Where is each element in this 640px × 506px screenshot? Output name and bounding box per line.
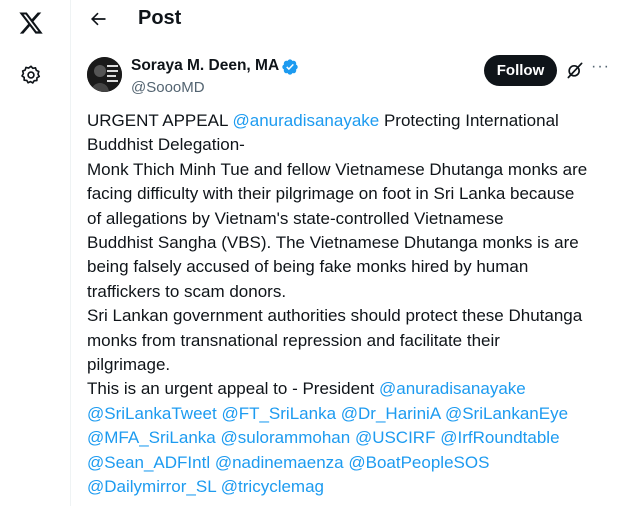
tweet-text-segment: This is an urgent appeal to - President [87,379,379,399]
page-header: Post [71,0,640,40]
tweet-text-segment: Monk Thich Minh Tue and fellow Vietnames… [87,159,588,179]
mention-link[interactable]: @Dailymirror_SL [87,477,216,496]
left-nav-rail [0,0,70,506]
tweet-line: traffickers to scam donors. [87,280,627,304]
tweet-line: Monk Thich Minh Tue and fellow Vietnames… [87,158,627,182]
tweet-line: of allegations by Vietnam's state-contro… [87,207,627,231]
mention-link[interactable]: @Dr_HariniA [341,404,440,423]
more-icon[interactable]: ··· [591,58,610,76]
mention-link[interactable]: @anuradisanayake [379,379,526,398]
mention-link[interactable]: @sulorammohan [221,428,351,447]
mention-link[interactable]: @BoatPeopleSOS [348,453,489,472]
mention-link[interactable]: @USCIRF [355,428,436,447]
mention-link[interactable]: @MFA_SriLanka [87,428,216,447]
mention-link[interactable]: @IrfRoundtable [440,428,559,447]
tweet-line: @Dailymirror_SL @tricyclemag [87,475,627,499]
back-button[interactable] [87,8,109,30]
tweet-line: @Sean_ADFIntl @nadinemaenza @BoatPeopleS… [87,451,627,475]
tweet-text-segment: of allegations by Vietnam's state-contro… [87,208,504,228]
page-title: Post [138,7,182,29]
tweet-line: monks from transnational repression and … [87,329,627,353]
avatar[interactable] [87,57,122,92]
tweet-text-segment: URGENT APPEAL [87,111,233,130]
tweet-text-segment: Buddhist Delegation- [87,135,245,155]
mention-link[interactable]: @SriLankaTweet [87,404,217,423]
tweet-line: Sri Lankan government authorities should… [87,304,627,328]
tweet-text-segment: facing difficulty with their pilgrimage … [87,184,575,204]
follow-button[interactable]: Follow [484,55,557,86]
tweet-line: Buddhist Delegation- [87,133,627,157]
tweet-line: @MFA_SriLanka @sulorammohan @USCIRF @Irf… [87,426,627,450]
tweet-line: This is an urgent appeal to - President … [87,377,627,401]
mention-link[interactable]: @anuradisanayake [233,111,380,130]
tweet-text-segment: monks from transnational repression and … [87,330,500,350]
x-logo-icon[interactable] [18,10,44,36]
tweet-text-segment: Protecting International [379,111,559,130]
author-handle[interactable]: @SoooMD [131,79,205,96]
verified-badge-icon [281,58,299,76]
tweet-line: URGENT APPEAL @anuradisanayake Protectin… [87,109,627,133]
back-arrow-icon [91,12,106,26]
tweet-text-segment: Sri Lankan government authorities should… [87,306,583,326]
gear-icon[interactable] [20,64,42,86]
mention-link[interactable]: @Sean_ADFIntl [87,453,210,472]
tweet-line: @SriLankaTweet @FT_SriLanka @Dr_HariniA … [87,402,627,426]
tweet-text-segment: Buddhist Sangha (VBS). The Vietnamese Dh… [87,233,579,253]
column-divider [70,0,71,506]
tweet-text-segment: traffickers to scam donors. [87,281,287,301]
tweet-text-segment: being falsely accused of being fake monk… [87,257,529,277]
tweet-line: Buddhist Sangha (VBS). The Vietnamese Dh… [87,231,627,255]
mention-link[interactable]: @tricyclemag [221,477,324,496]
grok-icon[interactable] [565,60,585,80]
tweet-line: being falsely accused of being fake monk… [87,255,627,279]
tweet-text-segment: pilgrimage. [87,355,171,375]
mention-link[interactable]: @FT_SriLanka [221,404,336,423]
mention-link[interactable]: @SriLankanEye [445,404,568,423]
tweet-text: URGENT APPEAL @anuradisanayake Protectin… [87,109,627,500]
author-name[interactable]: Soraya M. Deen, MA [131,57,279,75]
tweet-line: pilgrimage. [87,353,627,377]
mention-link[interactable]: @nadinemaenza [215,453,344,472]
tweet-line: facing difficulty with their pilgrimage … [87,182,627,206]
